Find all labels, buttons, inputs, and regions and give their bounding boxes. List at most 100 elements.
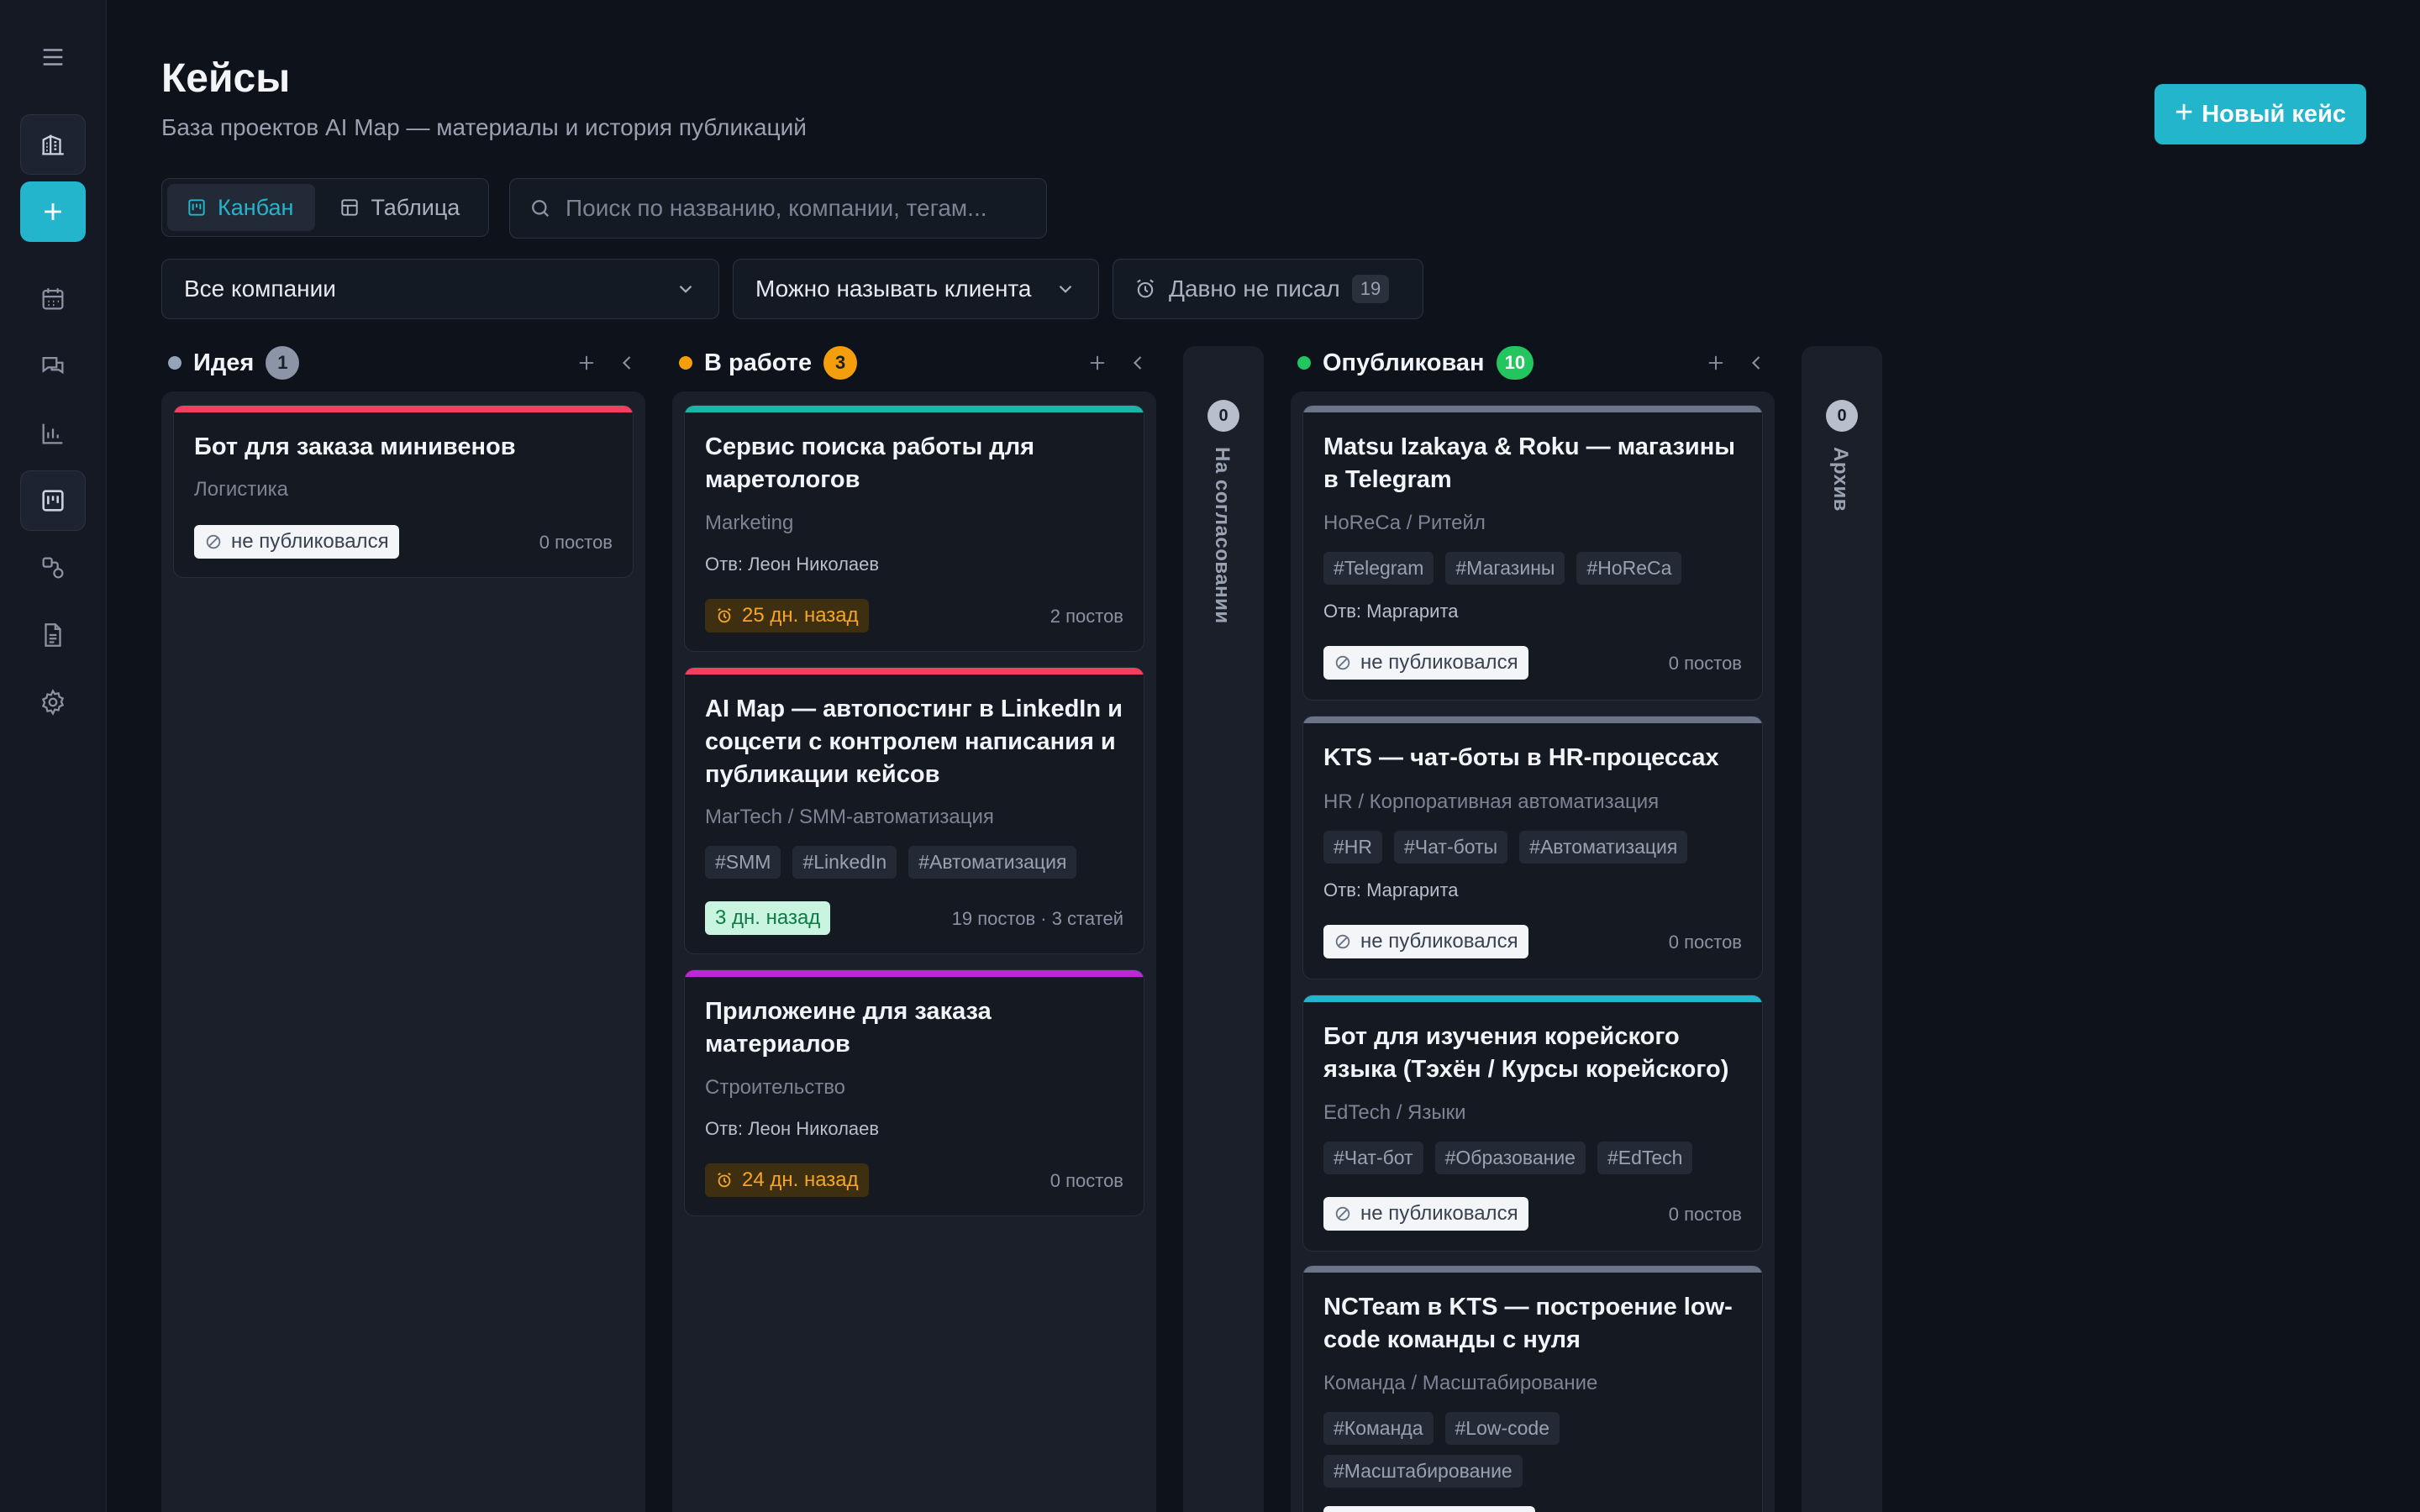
column-archive-collapsed[interactable]: 0 Архив xyxy=(1802,346,1882,1512)
column-count-badge: 1 xyxy=(266,346,300,380)
chevron-left-icon[interactable] xyxy=(1126,351,1150,375)
page-title: Кейсы xyxy=(161,56,291,101)
case-card[interactable]: Бот для заказа минивенов Логистика не пу… xyxy=(173,405,634,578)
column-approval-collapsed[interactable]: 0 На согласовании xyxy=(1183,346,1264,1512)
sidebar-item-analytics[interactable] xyxy=(20,403,86,464)
status-dot xyxy=(1297,356,1311,370)
last-post-badge: 25 дн. назад xyxy=(705,599,869,633)
posts-count: 0 постов xyxy=(1668,653,1742,674)
plus-icon[interactable] xyxy=(1704,351,1728,375)
no-publish-icon xyxy=(1335,655,1350,670)
sidebar-item-documents[interactable] xyxy=(20,605,86,665)
card-category: HR / Корпоративная автоматизация xyxy=(1323,790,1660,813)
menu-button[interactable] xyxy=(20,27,86,87)
calendar-icon xyxy=(42,288,64,310)
column-title: В работе xyxy=(704,349,813,376)
card-category: Строительство xyxy=(705,1076,846,1099)
card-title: Сервис поиска работы для маретологов xyxy=(705,433,1035,493)
tab-kanban-label: Канбан xyxy=(218,194,294,220)
chevron-left-icon[interactable] xyxy=(615,351,639,375)
new-case-label: Новый кейс xyxy=(2202,100,2346,128)
company-switcher-button[interactable] xyxy=(20,114,86,175)
sidebar-item-calendar[interactable] xyxy=(20,269,86,329)
tag[interactable]: #Telegram xyxy=(1323,552,1434,585)
column-title: Архив xyxy=(1829,447,1852,512)
sidebar-item-cases[interactable] xyxy=(20,470,86,531)
column-actions-idea xyxy=(575,344,639,381)
plus-icon xyxy=(45,203,61,220)
case-card[interactable]: Matsu Izakaya & Roku — магазины в Telegr… xyxy=(1302,405,1763,701)
last-post-label: 24 дн. назад xyxy=(742,1168,859,1191)
card-color-bar xyxy=(1303,717,1762,723)
bar-chart-icon xyxy=(42,423,63,444)
case-card[interactable]: KTS — чат-боты в HR-процессах HR / Корпо… xyxy=(1302,716,1763,979)
tag[interactable]: #EdTech xyxy=(1597,1142,1693,1174)
company-select[interactable]: Все компании xyxy=(161,259,719,319)
card-color-bar xyxy=(685,970,1144,977)
document-icon xyxy=(45,623,61,647)
client-naming-select[interactable]: Можно называть клиента xyxy=(733,259,1099,319)
tag[interactable]: #Магазины xyxy=(1445,552,1565,585)
column-actions-published xyxy=(1704,344,1768,381)
card-color-bar xyxy=(174,406,633,412)
chevron-down-icon xyxy=(1059,285,1072,293)
hamburger-icon xyxy=(43,49,63,66)
new-case-button[interactable]: + Новый кейс xyxy=(2154,84,2366,144)
posts-count: 0 постов xyxy=(1668,1204,1742,1225)
search-input[interactable] xyxy=(566,195,1028,222)
tag[interactable]: #Чат-бот xyxy=(1323,1142,1423,1174)
tag[interactable]: #Автоматизация xyxy=(1519,831,1688,864)
tag[interactable]: #Low-code xyxy=(1444,1412,1560,1445)
case-card[interactable]: NCTeam в KTS — построение low-code коман… xyxy=(1302,1265,1763,1512)
alarm-clock-icon xyxy=(718,607,731,623)
view-toggle: Канбан Таблица xyxy=(161,178,489,237)
posts-count: 19 постов · 3 статей xyxy=(951,908,1123,929)
card-owner: Отв: Леон Николаев xyxy=(705,1118,880,1139)
sidebar-item-settings[interactable] xyxy=(20,672,86,732)
publish-status-badge: не публиковался xyxy=(1323,925,1528,958)
table-icon xyxy=(341,199,359,216)
no-publish-icon xyxy=(1335,934,1350,949)
sidebar-item-integrations[interactable] xyxy=(20,538,86,598)
card-category: EdTech / Языки xyxy=(1323,1101,1466,1124)
publish-status-label: не публиковался xyxy=(1360,930,1518,953)
case-card[interactable]: AI Map — автопостинг в LinkedIn и соцсет… xyxy=(684,667,1144,954)
chevron-left-icon[interactable] xyxy=(1744,351,1768,375)
publish-status-label: не публиковался xyxy=(231,530,389,553)
stale-filter-button[interactable]: Давно не писал 19 xyxy=(1113,259,1423,319)
card-tags: #SMM #LinkedIn #Автоматизация xyxy=(705,846,1077,879)
tab-table-label: Таблица xyxy=(371,194,460,220)
tag[interactable]: #LinkedIn xyxy=(792,846,897,879)
posts-count: 2 постов xyxy=(1050,606,1123,627)
plus-icon[interactable] xyxy=(575,351,598,375)
tag[interactable]: #Команда xyxy=(1323,1412,1434,1445)
publish-status-badge: не публиковался xyxy=(194,525,399,559)
tag[interactable]: #HR xyxy=(1323,831,1383,864)
case-card[interactable]: Приложеине для заказа материалов Строите… xyxy=(684,969,1144,1216)
card-title: AI Map — автопостинг в LinkedIn и соцсет… xyxy=(705,696,1123,788)
publish-status-label: не публиковался xyxy=(1360,1202,1518,1225)
page-subtitle: База проектов AI Map — материалы и истор… xyxy=(161,114,807,140)
tag[interactable]: #HoReCa xyxy=(1576,552,1682,585)
tag[interactable]: #Образование xyxy=(1434,1142,1586,1174)
publish-status-badge: не публиковался xyxy=(1323,1197,1528,1231)
case-card[interactable]: Сервис поиска работы для маретологов Mar… xyxy=(684,405,1144,652)
case-card[interactable]: Бот для изучения корейского языка (Тэхён… xyxy=(1302,995,1763,1252)
column-title: На согласовании xyxy=(1211,447,1234,624)
client-naming-value: Можно называть клиента xyxy=(755,276,1032,302)
plus-icon[interactable] xyxy=(1086,351,1109,375)
posts-count: 0 постов xyxy=(539,532,613,553)
tab-table[interactable]: Таблица xyxy=(320,184,481,231)
card-owner: Отв: Маргарита xyxy=(1323,601,1459,622)
sidebar-item-messages[interactable] xyxy=(20,336,86,396)
card-title: KTS — чат-боты в HR-процессах xyxy=(1323,744,1719,771)
create-button[interactable] xyxy=(20,181,86,242)
no-publish-icon xyxy=(206,534,221,549)
chevron-down-icon xyxy=(679,285,692,293)
tag[interactable]: #Автоматизация xyxy=(908,846,1077,879)
publish-status-badge: не публиковался xyxy=(1323,646,1528,680)
tag[interactable]: #Чат-боты xyxy=(1394,831,1508,864)
tag[interactable]: #SMM xyxy=(705,846,781,879)
tab-kanban[interactable]: Канбан xyxy=(167,184,316,231)
tag[interactable]: #Масштабирование xyxy=(1323,1455,1523,1488)
